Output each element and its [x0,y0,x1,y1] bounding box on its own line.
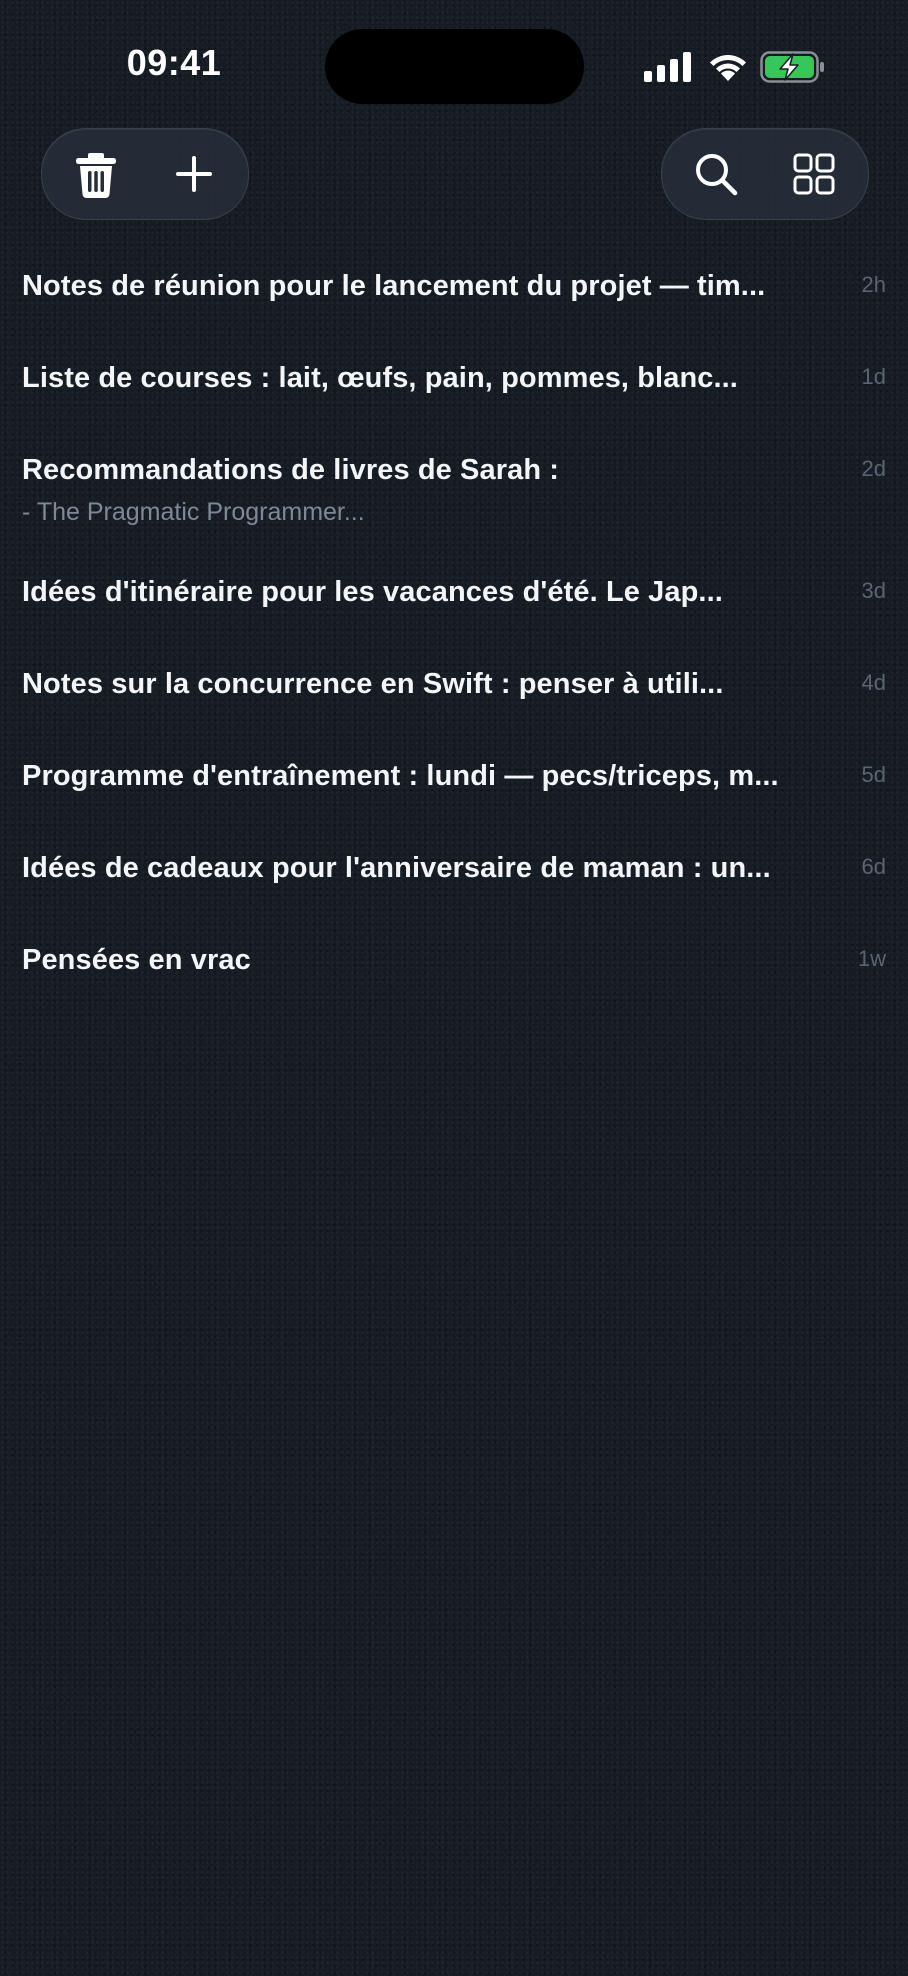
note-preview: - The Pragmatic Programmer... [22,498,365,526]
note-row[interactable]: Idées d'itinéraire pour les vacances d'é… [0,556,908,648]
note-age: 6d [861,854,886,879]
note-title: Pensées en vrac [22,944,251,976]
status-icons [640,48,880,88]
wifi-icon [710,55,746,81]
signal-icon [644,52,691,82]
note-row[interactable]: Programme d'entraînement : lundi — pecs/… [0,740,908,832]
delete-button[interactable] [46,129,146,219]
grid-view-button[interactable] [764,129,864,219]
status-time: 09:41 [126,42,222,83]
note-title: Idées d'itinéraire pour les vacances d'é… [22,576,723,608]
toolbar-right-group [661,128,869,220]
note-row[interactable]: Liste de courses : lait, œufs, pain, pom… [0,342,908,434]
grid-icon [793,153,835,195]
note-row[interactable]: Notes de réunion pour le lancement du pr… [0,250,908,342]
notes-list: Notes de réunion pour le lancement du pr… [0,250,908,1016]
note-title: Programme d'entraînement : lundi — pecs/… [22,760,779,792]
note-age: 3d [861,578,886,603]
note-age: 4d [861,670,886,695]
note-title: Notes sur la concurrence en Swift : pens… [22,668,724,700]
note-age: 2d [861,456,886,481]
search-icon [696,154,738,196]
trash-icon [76,153,116,198]
note-age: 1w [857,946,886,971]
note-row[interactable]: Recommandations de livres de Sarah : - T… [0,434,908,556]
add-note-button[interactable] [144,129,244,219]
battery-charging-icon [760,51,824,83]
note-age: 2h [861,272,886,297]
plus-icon [176,156,212,192]
note-title: Notes de réunion pour le lancement du pr… [22,270,766,302]
search-button[interactable] [666,129,766,219]
note-age: 5d [861,762,886,787]
note-age: 1d [861,364,886,389]
note-row[interactable]: Notes sur la concurrence en Swift : pens… [0,648,908,740]
status-bar: 09:41 [0,0,908,110]
toolbar-left-group [41,128,249,220]
note-row[interactable]: Pensées en vrac 1w [0,924,908,1016]
note-title: Recommandations de livres de Sarah : [22,454,560,486]
note-title: Liste de courses : lait, œufs, pain, pom… [22,362,738,394]
dynamic-island [325,29,584,104]
note-row[interactable]: Idées de cadeaux pour l'anniversaire de … [0,832,908,924]
note-title: Idées de cadeaux pour l'anniversaire de … [22,852,771,884]
